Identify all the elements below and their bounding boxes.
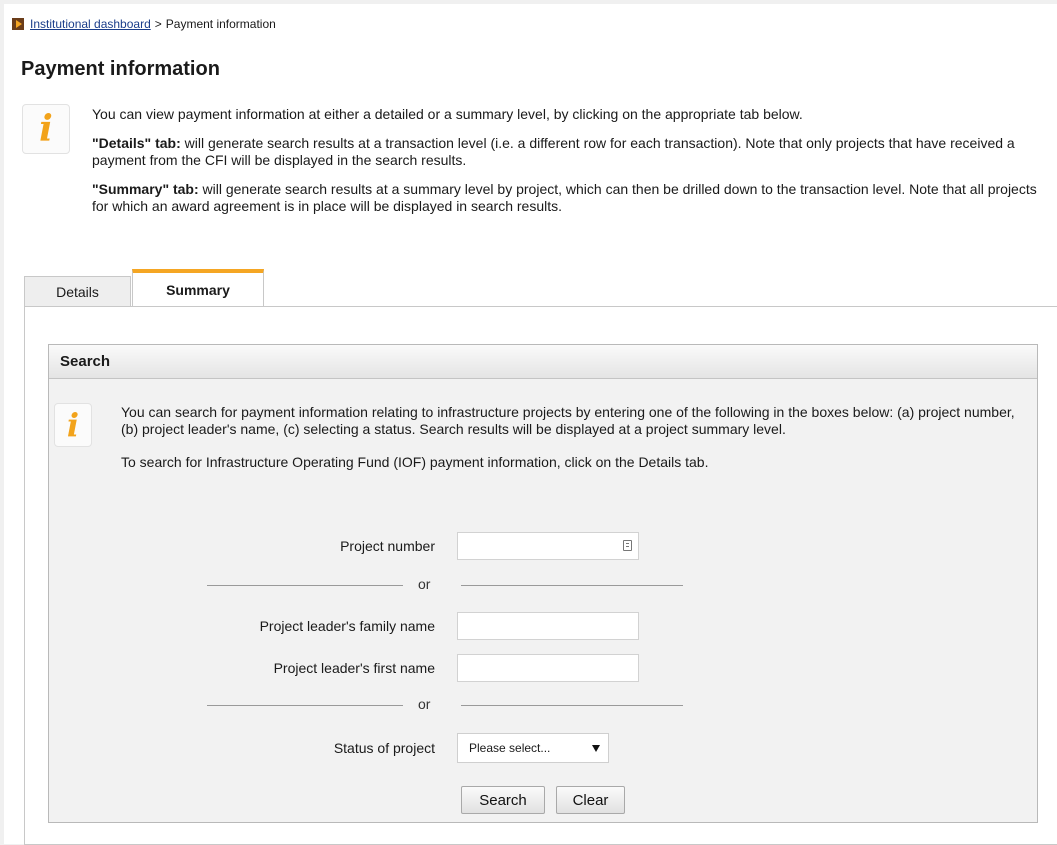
iof-info-paragraph: To search for Infrastructure Operating F… (121, 454, 709, 470)
divider-line-right (461, 585, 683, 586)
info-icon: i (54, 403, 92, 447)
family-name-label: Project leader's family name (259, 618, 435, 634)
tab-details[interactable]: Details (24, 276, 131, 306)
search-button[interactable]: Search (461, 786, 545, 814)
summary-tab-text: will generate search results at a summar… (92, 181, 1037, 214)
status-select[interactable]: Please select... (457, 733, 609, 763)
intro-paragraph: You can view payment information at eith… (92, 106, 803, 122)
details-tab-description: "Details" tab: will generate search resu… (92, 135, 1054, 169)
breadcrumb-link-institutional-dashboard[interactable]: Institutional dashboard (30, 17, 151, 31)
divider-line-left (207, 585, 403, 586)
details-tab-label: "Details" tab: (92, 135, 181, 151)
summary-tab-description: "Summary" tab: will generate search resu… (92, 181, 1054, 215)
project-number-label: Project number (340, 538, 435, 554)
intro-text: You can view payment information at eith… (92, 106, 1054, 227)
first-name-row: Project leader's first name (49, 653, 1039, 683)
or-text: or (418, 576, 431, 592)
contact-card-icon[interactable] (623, 540, 632, 551)
first-name-label: Project leader's first name (273, 660, 435, 676)
breadcrumb: Institutional dashboard > Payment inform… (12, 17, 276, 31)
search-header: Search (49, 345, 1037, 379)
project-number-input[interactable] (457, 532, 639, 560)
project-number-row: Project number (49, 531, 1039, 561)
page-title: Payment information (21, 58, 220, 80)
details-tab-text: will generate search results at a transa… (92, 135, 1015, 168)
first-name-input[interactable] (457, 654, 639, 682)
status-label: Status of project (333, 740, 435, 756)
divider-line-right (461, 705, 683, 706)
or-text: or (418, 696, 431, 712)
status-row: Status of project Please select... (49, 733, 1039, 763)
tab-summary[interactable]: Summary (132, 269, 264, 306)
or-divider: or (49, 575, 1039, 595)
search-info-text: You can search for payment information r… (121, 404, 1021, 487)
breadcrumb-separator: > (154, 17, 162, 31)
info-icon: i (22, 104, 70, 154)
family-name-row: Project leader's family name (49, 611, 1039, 641)
summary-tab-label: "Summary" tab: (92, 181, 199, 197)
breadcrumb-current: Payment information (165, 17, 276, 31)
family-name-input[interactable] (457, 612, 639, 640)
tab-bar: Details Summary (24, 269, 1057, 306)
chevron-down-icon (592, 745, 600, 752)
divider-line-left (207, 705, 403, 706)
clear-button[interactable]: Clear (556, 786, 625, 814)
status-select-value: Please select... (469, 741, 551, 755)
breadcrumb-arrow-icon (12, 18, 24, 30)
search-info-paragraph: You can search for payment information r… (121, 404, 1015, 437)
search-panel: Search i You can search for payment info… (48, 344, 1038, 823)
or-divider: or (49, 695, 1039, 715)
page: Institutional dashboard > Payment inform… (0, 0, 1057, 845)
